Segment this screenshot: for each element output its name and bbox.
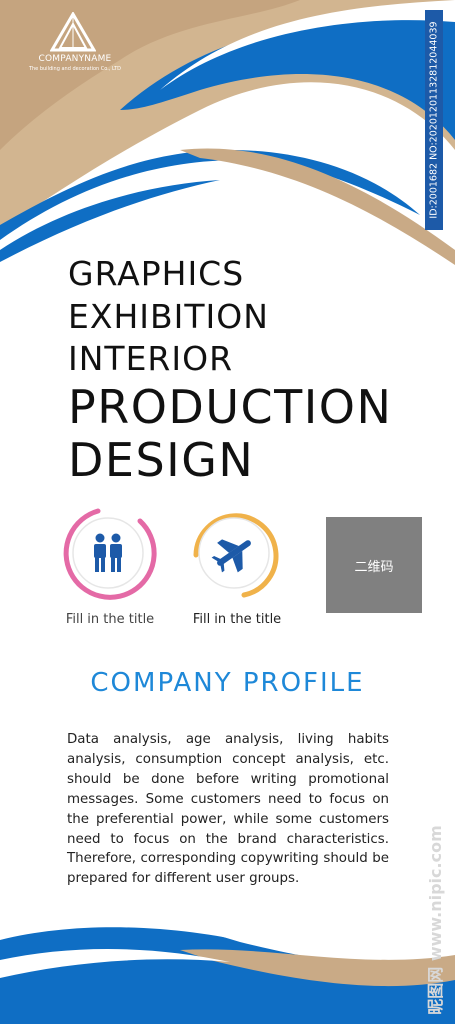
bottom-wave-background — [0, 927, 455, 1024]
profile-text: Data analysis, age analysis, living habi… — [67, 732, 389, 887]
headline-line-2: EXHIBITION — [68, 297, 269, 336]
company-name: COMPANYNAME — [38, 54, 112, 64]
watermark-text: 昵图网 www.nipic.com — [426, 825, 445, 1015]
headline-line-1: GRAPHICS — [68, 254, 245, 293]
id-strip: ID:2001682 NO:20201201132812044039 — [425, 10, 443, 230]
headline-line-3: INTERIOR — [68, 339, 233, 378]
id-text: ID:2001682 NO:20201201132812044039 — [428, 21, 440, 219]
feature-ring-airplane — [193, 513, 279, 598]
profile-title: COMPANY PROFILE — [90, 668, 365, 698]
watermark: 昵图网 www.nipic.com — [418, 820, 450, 1020]
company-subtitle: The building and decoration Co., LTD — [28, 66, 122, 72]
company-logo-icon — [50, 12, 96, 52]
feature-caption-1: Fill in the title — [65, 612, 155, 627]
headline-line-4: PRODUCTION — [68, 380, 393, 434]
feature-caption-2: Fill in the title — [192, 612, 282, 627]
qr-code-placeholder: 二维码 — [326, 517, 422, 613]
headline-line-5: DESIGN — [68, 433, 255, 487]
feature-ring-people — [63, 508, 157, 600]
qr-label: 二维码 — [354, 559, 394, 575]
